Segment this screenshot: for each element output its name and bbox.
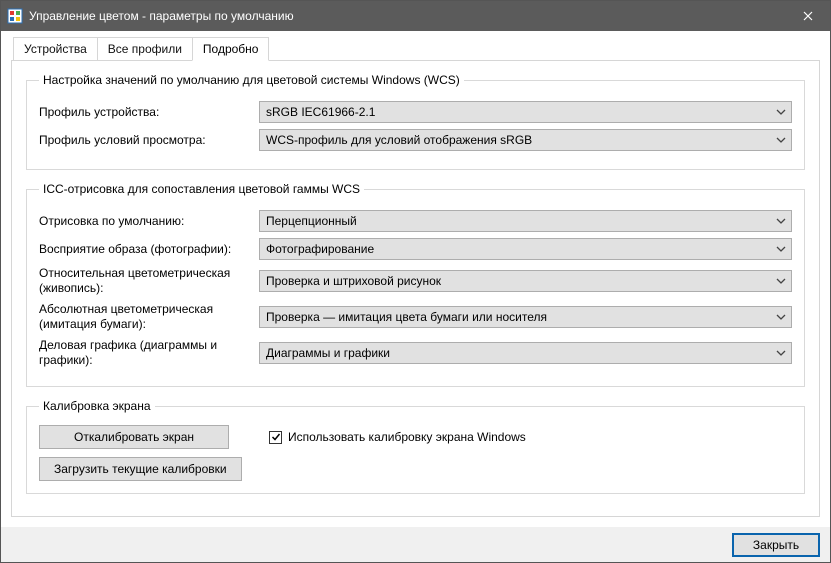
tab-label: Подробно [203,42,259,56]
client-area: Устройства Все профили Подробно Настройк… [1,31,830,527]
dropdown-business[interactable]: Диаграммы и графики [259,342,792,364]
chevron-down-icon [775,106,787,118]
chevron-down-icon [775,347,787,359]
dropdown-relative[interactable]: Проверка и штриховой рисунок [259,270,792,292]
group-wcs-defaults: Настройка значений по умолчанию для цвет… [26,73,805,170]
load-current-calibrations-button[interactable]: Загрузить текущие калибровки [39,457,242,481]
group-calibration: Калибровка экрана Откалибровать экран Ис… [26,399,805,494]
button-label: Загрузить текущие калибровки [54,462,227,476]
row-absolute: Абсолютная цветометрическая (имитация бу… [39,302,792,332]
label-business: Деловая графика (диаграммы и графики): [39,338,259,368]
row-perceptual: Восприятие образа (фотографии): Фотограф… [39,238,792,260]
tab-panel-details: Настройка значений по умолчанию для цвет… [11,60,820,517]
dropdown-value: Фотографирование [266,242,374,256]
group-legend: ICC-отрисовка для сопоставления цветовой… [39,182,364,196]
group-legend: Калибровка экрана [39,399,155,413]
dropdown-default-rendering[interactable]: Перцепционный [259,210,792,232]
row-relative: Относительная цветометрическая (живопись… [39,266,792,296]
dropdown-value: WCS-профиль для условий отображения sRGB [266,133,532,147]
checkbox-label: Использовать калибровку экрана Windows [288,430,526,444]
window-title: Управление цветом - параметры по умолчан… [29,9,785,23]
close-window-button[interactable] [785,1,830,31]
titlebar: Управление цветом - параметры по умолчан… [1,1,830,31]
use-windows-calibration-checkbox[interactable]: Использовать калибровку экрана Windows [269,430,526,444]
label-device-profile: Профиль устройства: [39,105,259,120]
label-perceptual: Восприятие образа (фотографии): [39,242,259,257]
group-legend: Настройка значений по умолчанию для цвет… [39,73,464,87]
chevron-down-icon [775,275,787,287]
dropdown-perceptual[interactable]: Фотографирование [259,238,792,260]
chevron-down-icon [775,311,787,323]
tab-label: Все профили [108,42,182,56]
tab-all-profiles[interactable]: Все профили [97,37,193,61]
label-absolute: Абсолютная цветометрическая (имитация бу… [39,302,259,332]
button-label: Откалибровать экран [74,430,194,444]
dropdown-device-profile[interactable]: sRGB IEC61966-2.1 [259,101,792,123]
chevron-down-icon [775,243,787,255]
row-viewing-conditions: Профиль условий просмотра: WCS-профиль д… [39,129,792,151]
app-icon [7,8,23,24]
dropdown-value: Проверка — имитация цвета бумаги или нос… [266,310,547,324]
label-viewing-conditions: Профиль условий просмотра: [39,133,259,148]
chevron-down-icon [775,134,787,146]
dropdown-value: Диаграммы и графики [266,346,390,360]
dropdown-viewing-conditions[interactable]: WCS-профиль для условий отображения sRGB [259,129,792,151]
button-label: Закрыть [753,538,799,552]
label-default-rendering: Отрисовка по умолчанию: [39,214,259,229]
tabstrip: Устройства Все профили Подробно [11,37,820,61]
tab-devices[interactable]: Устройства [13,37,98,61]
tab-details[interactable]: Подробно [192,37,270,61]
close-button[interactable]: Закрыть [732,533,820,557]
row-business: Деловая графика (диаграммы и графики): Д… [39,338,792,368]
row-device-profile: Профиль устройства: sRGB IEC61966-2.1 [39,101,792,123]
dropdown-absolute[interactable]: Проверка — имитация цвета бумаги или нос… [259,306,792,328]
dropdown-value: sRGB IEC61966-2.1 [266,105,375,119]
window: Управление цветом - параметры по умолчан… [0,0,831,563]
calibrate-screen-button[interactable]: Откалибровать экран [39,425,229,449]
checkbox-box-icon [269,431,282,444]
dropdown-value: Проверка и штриховой рисунок [266,274,441,288]
tab-label: Устройства [24,42,87,56]
dropdown-value: Перцепционный [266,214,357,228]
chevron-down-icon [775,215,787,227]
label-relative: Относительная цветометрическая (живопись… [39,266,259,296]
dialog-footer: Закрыть [1,527,830,562]
row-default-rendering: Отрисовка по умолчанию: Перцепционный [39,210,792,232]
group-icc-rendering: ICC-отрисовка для сопоставления цветовой… [26,182,805,387]
